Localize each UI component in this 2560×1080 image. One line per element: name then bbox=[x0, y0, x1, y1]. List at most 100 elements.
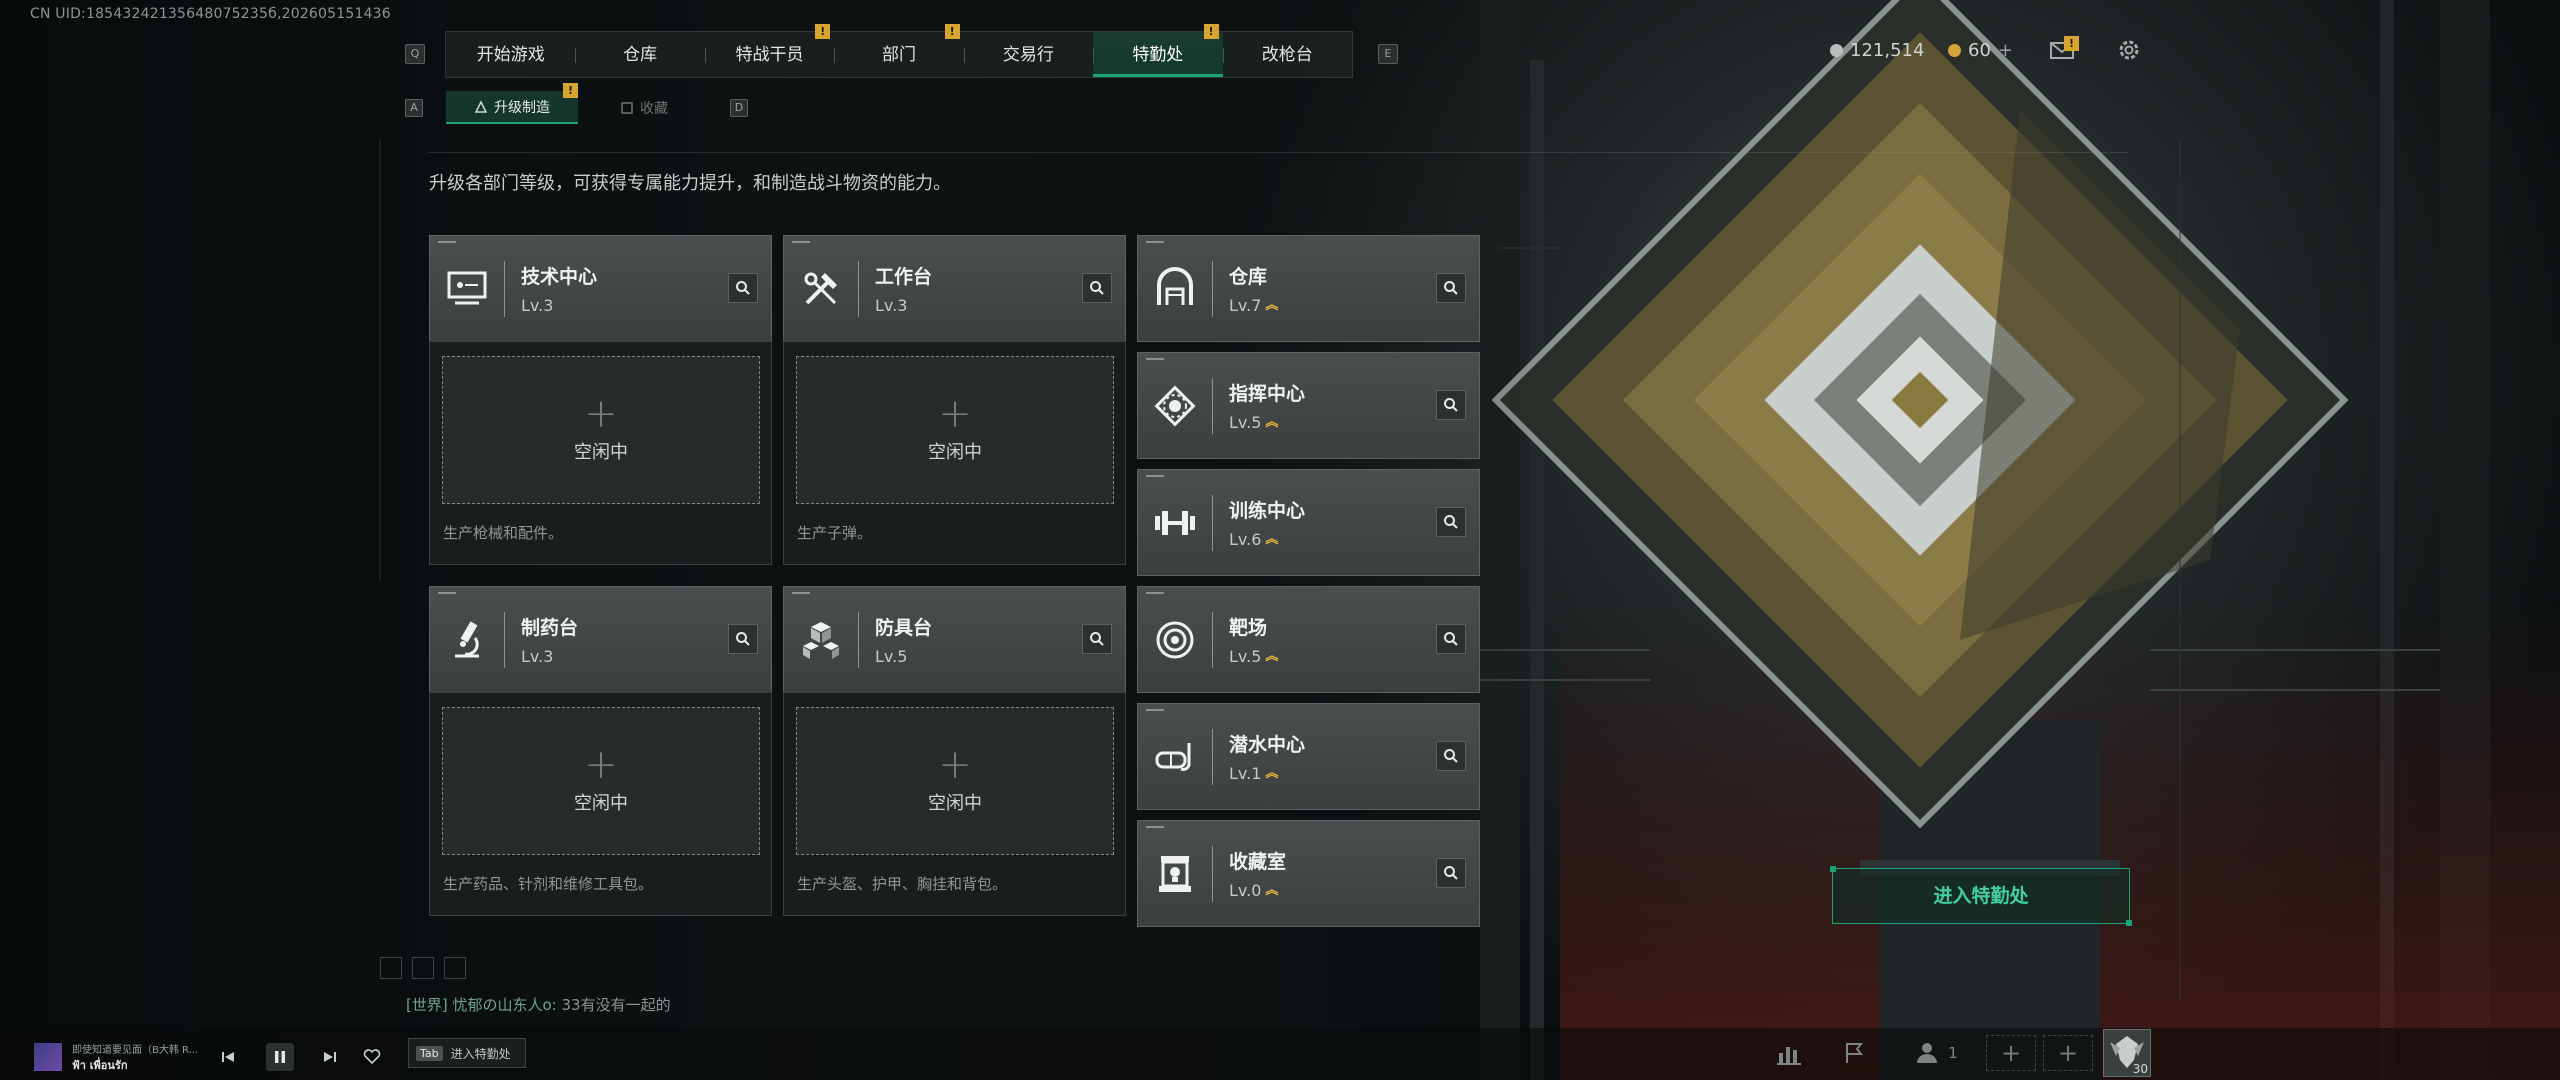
tab-label: 改枪台 bbox=[1261, 45, 1313, 65]
card-marker bbox=[1146, 475, 1164, 477]
production-slot-empty[interactable]: + 空闲中 bbox=[796, 707, 1114, 855]
inspect-button[interactable] bbox=[1436, 390, 1466, 420]
level-text: Lv.7 bbox=[1229, 296, 1262, 315]
player-level: 30 bbox=[2132, 1062, 2148, 1076]
coin-icon bbox=[1830, 44, 1843, 57]
tab-label: 仓库 bbox=[623, 45, 658, 65]
facility-card-command-center[interactable]: 指挥中心 Lv.5 ︽ bbox=[1137, 352, 1480, 459]
tab-label: 特勤处 bbox=[1132, 45, 1184, 65]
tab-upgrade-manufacture[interactable]: 升级制造 ! bbox=[446, 83, 578, 124]
production-slot-empty[interactable]: + 空闲中 bbox=[442, 707, 760, 855]
squad-button[interactable]: 1 bbox=[1908, 1035, 1964, 1071]
idle-label: 空闲中 bbox=[928, 793, 982, 814]
nav-left-key[interactable]: Q bbox=[405, 44, 425, 64]
settings-button[interactable] bbox=[2113, 34, 2145, 66]
collection-icon bbox=[621, 101, 633, 114]
idle-label: 空闲中 bbox=[928, 442, 982, 463]
cubes-icon bbox=[784, 586, 858, 693]
upgrade-icon bbox=[474, 99, 488, 113]
tab-gunsmith[interactable]: 改枪台 bbox=[1222, 32, 1352, 77]
card-marker bbox=[438, 592, 456, 594]
command-icon bbox=[1138, 352, 1212, 459]
tab-operators[interactable]: 特战干员! bbox=[704, 24, 834, 77]
page-description: 升级各部门等级，可获得专属能力提升，和制造战斗物资的能力。 bbox=[429, 173, 951, 194]
gear-icon bbox=[2119, 40, 2139, 60]
add-icon: + bbox=[938, 742, 972, 788]
tab-label: 升级制造 bbox=[494, 99, 550, 116]
subnav-right-key[interactable]: D bbox=[730, 99, 748, 117]
level-up-icon: ︽ bbox=[1265, 414, 1279, 430]
search-icon bbox=[1444, 632, 1458, 646]
facility-card-tech-center[interactable]: 技术中心 Lv.3 bbox=[429, 235, 772, 342]
tab-warehouse[interactable]: 仓库 bbox=[575, 32, 704, 77]
search-icon bbox=[1444, 749, 1458, 763]
level-text: Lv.5 bbox=[1229, 647, 1262, 666]
facility-card-armor-bench[interactable]: 防具台 Lv.5 bbox=[783, 586, 1126, 693]
token-icon bbox=[1948, 44, 1961, 57]
squad-icon bbox=[1917, 1043, 1938, 1063]
facility-card-workbench[interactable]: 工作台 Lv.3 bbox=[783, 235, 1126, 342]
production-description: 生产子弹。 bbox=[797, 524, 873, 542]
tab-trading[interactable]: 交易行 bbox=[963, 32, 1093, 77]
search-icon bbox=[1444, 398, 1458, 412]
inspect-button[interactable] bbox=[1082, 624, 1112, 654]
player-avatar[interactable]: 30 bbox=[2103, 1029, 2151, 1077]
facility-card-collection-room[interactable]: 收藏室 Lv.0 ︽ bbox=[1137, 820, 1480, 927]
chat-emoji-icon[interactable] bbox=[444, 957, 466, 979]
warehouse-icon bbox=[1138, 235, 1212, 342]
pause-button[interactable] bbox=[266, 1043, 294, 1071]
facility-card-shooting-range[interactable]: 靶场 Lv.5 ︽ bbox=[1137, 586, 1480, 693]
inspect-button[interactable] bbox=[1082, 273, 1112, 303]
tab-collection[interactable]: 收藏 bbox=[578, 91, 710, 124]
facility-card-training-center[interactable]: 训练中心 Lv.6 ︽ bbox=[1137, 469, 1480, 576]
inspect-button[interactable] bbox=[1436, 858, 1466, 888]
inspect-button[interactable] bbox=[728, 273, 758, 303]
song-title: 即使知道要见面（B大韩 R... bbox=[72, 1045, 199, 1056]
bar-chart-icon bbox=[1777, 1047, 1801, 1065]
tab-departments[interactable]: 部门! bbox=[834, 24, 963, 77]
tab-shortcut-hint[interactable]: Tab 进入特勤处 bbox=[408, 1038, 526, 1068]
chat-user[interactable]: 忧郁の山东人o: bbox=[453, 996, 557, 1014]
alert-badge: ! bbox=[815, 24, 831, 39]
tab-start-game[interactable]: 开始游戏 bbox=[446, 32, 575, 77]
inspect-button[interactable] bbox=[1436, 273, 1466, 303]
production-description: 生产药品、针剂和维修工具包。 bbox=[443, 875, 654, 893]
bottom-bar bbox=[0, 1028, 2560, 1080]
coin-amount: 121,514 bbox=[1850, 40, 1925, 61]
chat-expand-icon[interactable] bbox=[412, 957, 434, 979]
mail-button[interactable]: ! bbox=[2047, 34, 2079, 66]
tab-special-ops[interactable]: 特勤处! bbox=[1093, 24, 1223, 77]
facility-card-diving-center[interactable]: 潜水中心 Lv.1 ︽ bbox=[1137, 703, 1480, 810]
inspect-button[interactable] bbox=[1436, 507, 1466, 537]
flag-button[interactable] bbox=[1838, 1035, 1870, 1071]
invite-slot-1[interactable]: + bbox=[1986, 1035, 2036, 1071]
previous-track-button[interactable] bbox=[216, 1045, 240, 1069]
enter-special-ops-button[interactable]: 进入特勤处 bbox=[1830, 866, 2132, 926]
facility-card-warehouse[interactable]: 仓库 Lv.7 ︽ bbox=[1137, 235, 1480, 342]
coin-balance: 121,514 bbox=[1830, 40, 1924, 61]
subnav-left-key[interactable]: A bbox=[405, 99, 423, 117]
facility-card-pharmacy[interactable]: 制药台 Lv.3 bbox=[429, 586, 772, 693]
invite-slot-2[interactable]: + bbox=[2043, 1035, 2093, 1071]
inspect-button[interactable] bbox=[728, 624, 758, 654]
production-description: 生产枪械和配件。 bbox=[443, 524, 564, 542]
level-up-icon: ︽ bbox=[1265, 765, 1279, 781]
search-icon bbox=[736, 632, 750, 646]
production-slot-empty[interactable]: + 空闲中 bbox=[796, 356, 1114, 504]
chat-line: [世界] 忧郁の山东人o: 33有没有一起的 bbox=[406, 994, 671, 1015]
production-slot-empty[interactable]: + 空闲中 bbox=[442, 356, 760, 504]
idle-label: 空闲中 bbox=[574, 442, 628, 463]
chat-channel-icon[interactable] bbox=[380, 957, 402, 979]
add-icon: + bbox=[938, 391, 972, 437]
next-track-button[interactable] bbox=[318, 1045, 342, 1069]
stats-button[interactable] bbox=[1774, 1035, 1806, 1071]
idle-label: 空闲中 bbox=[574, 793, 628, 814]
tab-label: 部门 bbox=[881, 45, 916, 65]
nav-right-key[interactable]: E bbox=[1378, 44, 1398, 64]
level-text: Lv.3 bbox=[875, 296, 908, 315]
add-token-button[interactable]: + bbox=[1998, 40, 2013, 61]
inspect-button[interactable] bbox=[1436, 741, 1466, 771]
card-separator bbox=[858, 260, 859, 317]
favorite-button[interactable] bbox=[360, 1045, 384, 1069]
inspect-button[interactable] bbox=[1436, 624, 1466, 654]
